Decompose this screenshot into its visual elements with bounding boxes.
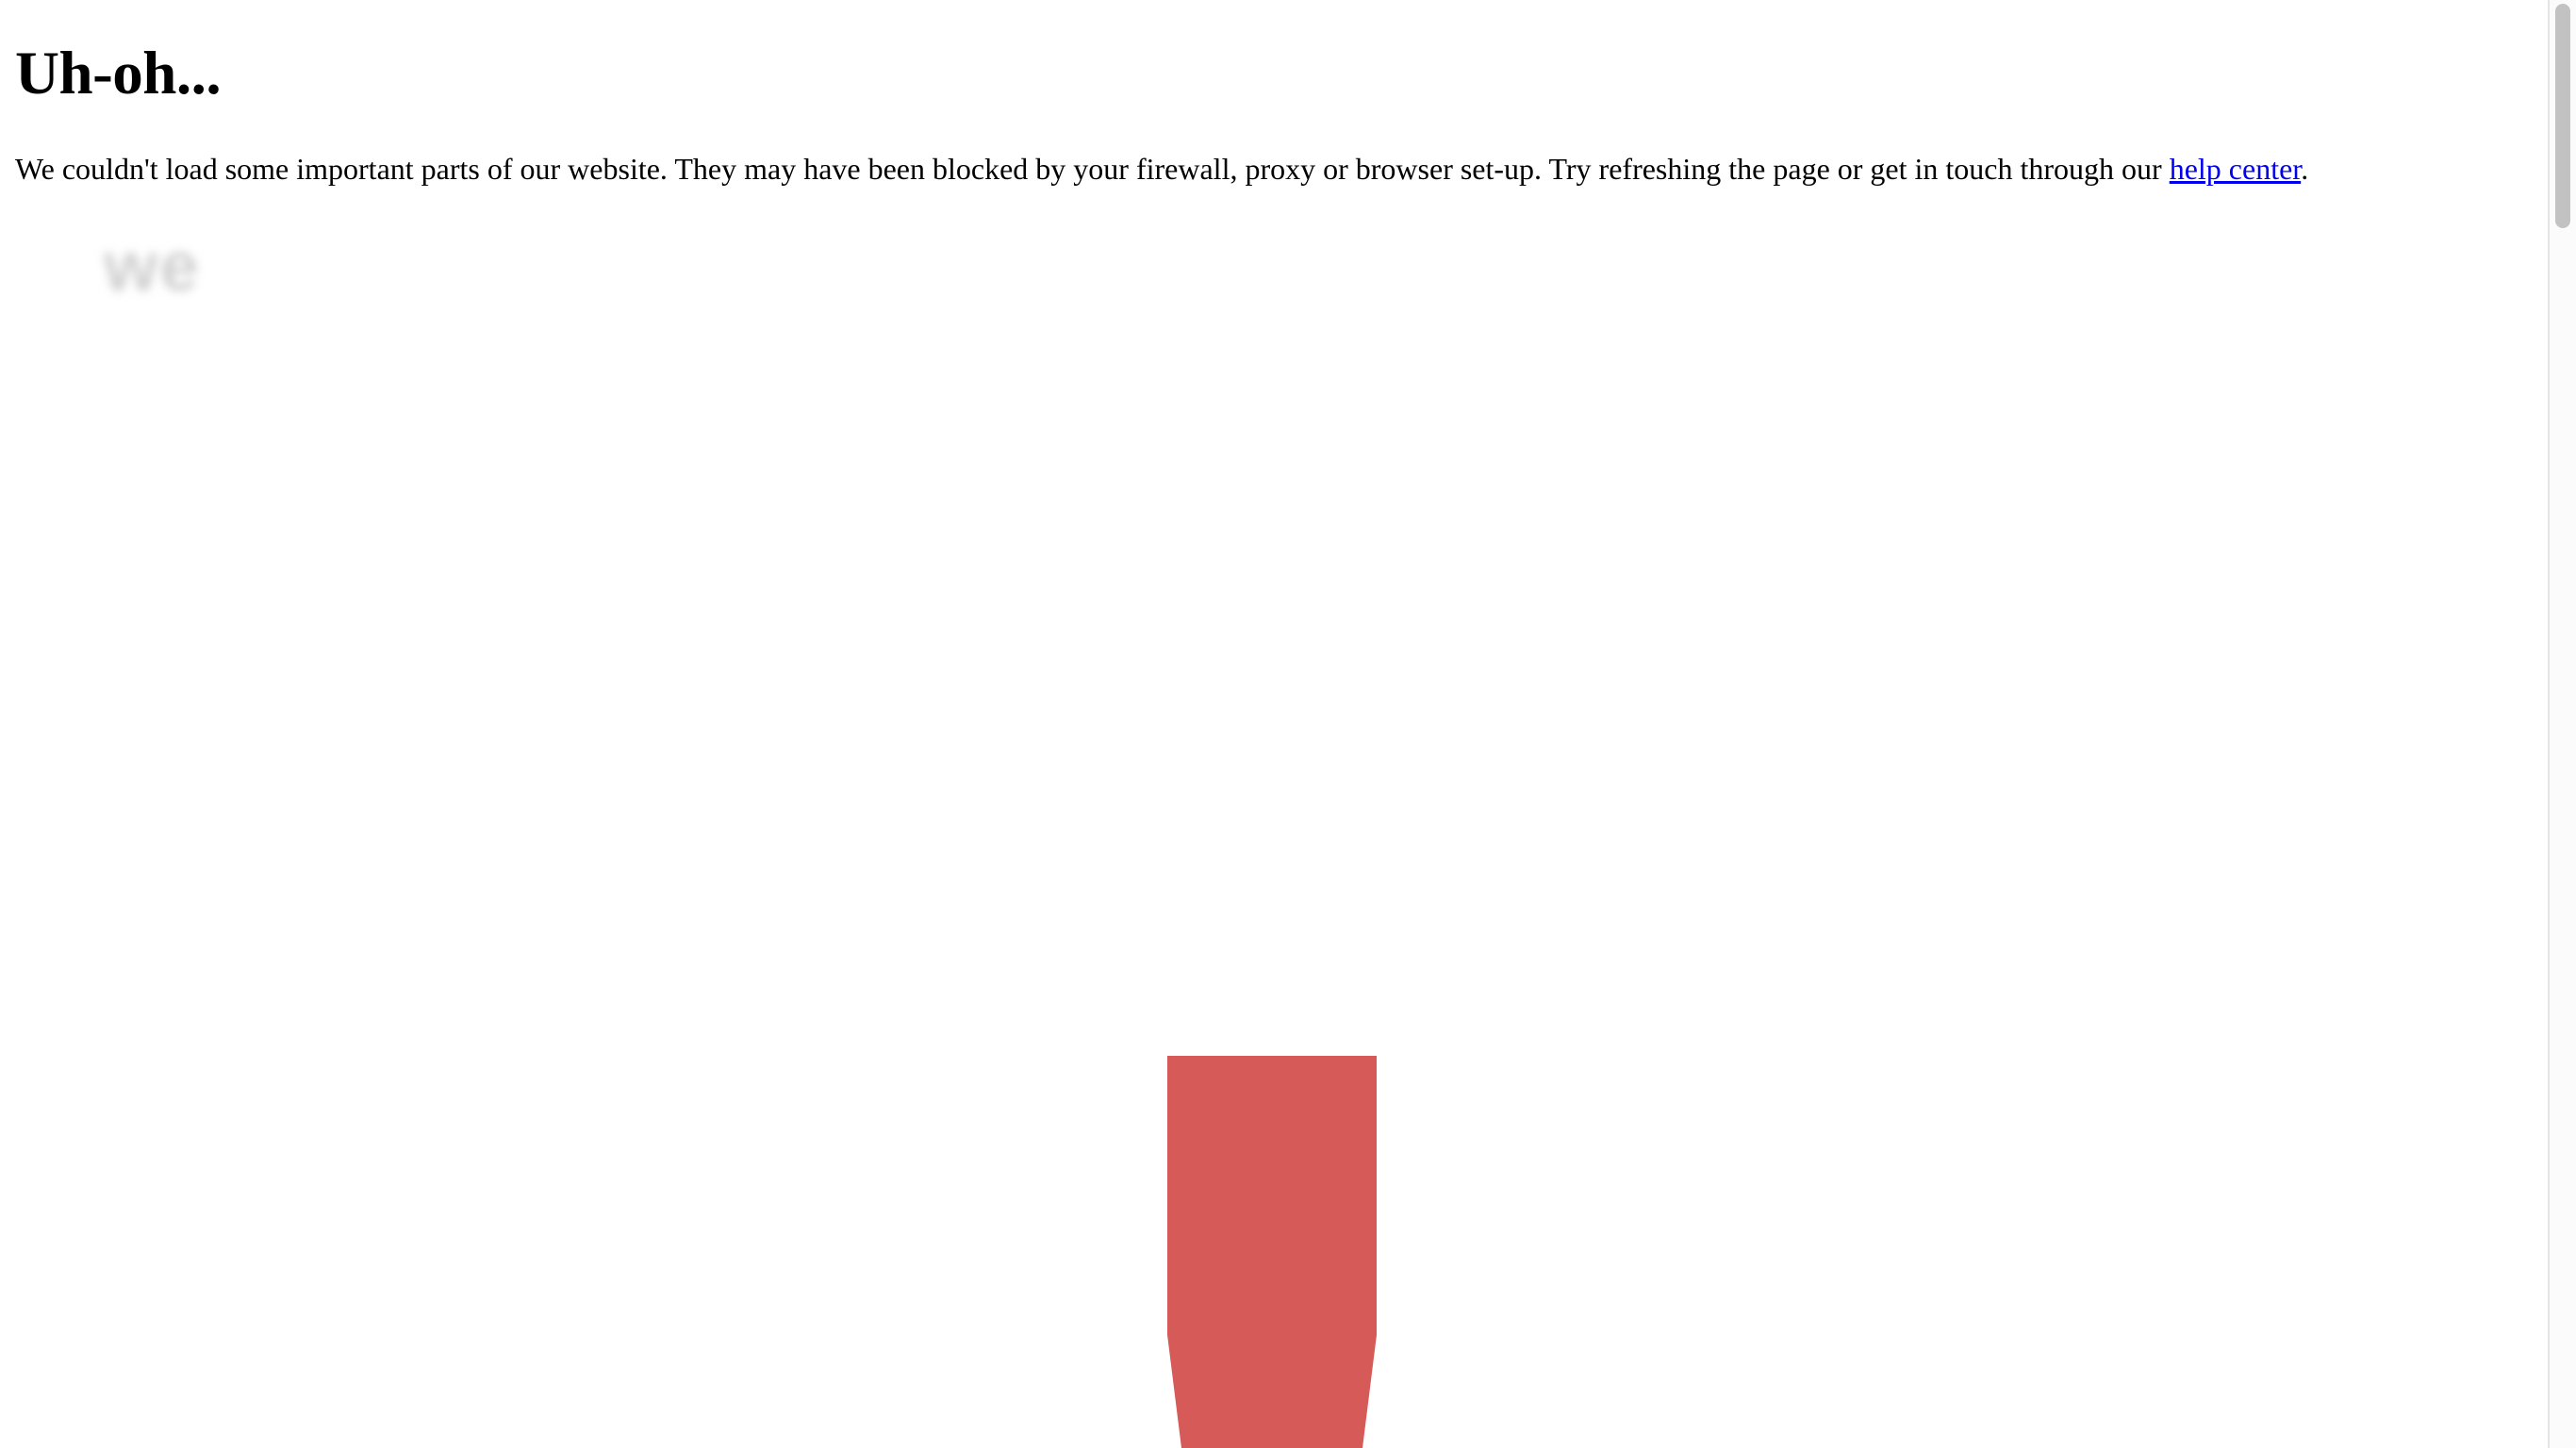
page-title: Uh-oh... xyxy=(15,40,222,107)
error-message-end: . xyxy=(2301,152,2309,186)
red-shape-body xyxy=(1167,1056,1377,1448)
error-page: Uh-oh... We couldn't load some important… xyxy=(0,0,2576,1448)
scrollbar-thumb[interactable] xyxy=(2555,4,2570,228)
red-graphic-shape xyxy=(1167,1056,1377,1448)
error-message-text: We couldn't load some important parts of… xyxy=(15,152,2170,186)
blurred-logo: we xyxy=(104,227,201,305)
help-center-link[interactable]: help center xyxy=(2170,152,2301,186)
error-message: We couldn't load some important parts of… xyxy=(15,146,2308,191)
vertical-scrollbar[interactable] xyxy=(2548,0,2576,1448)
